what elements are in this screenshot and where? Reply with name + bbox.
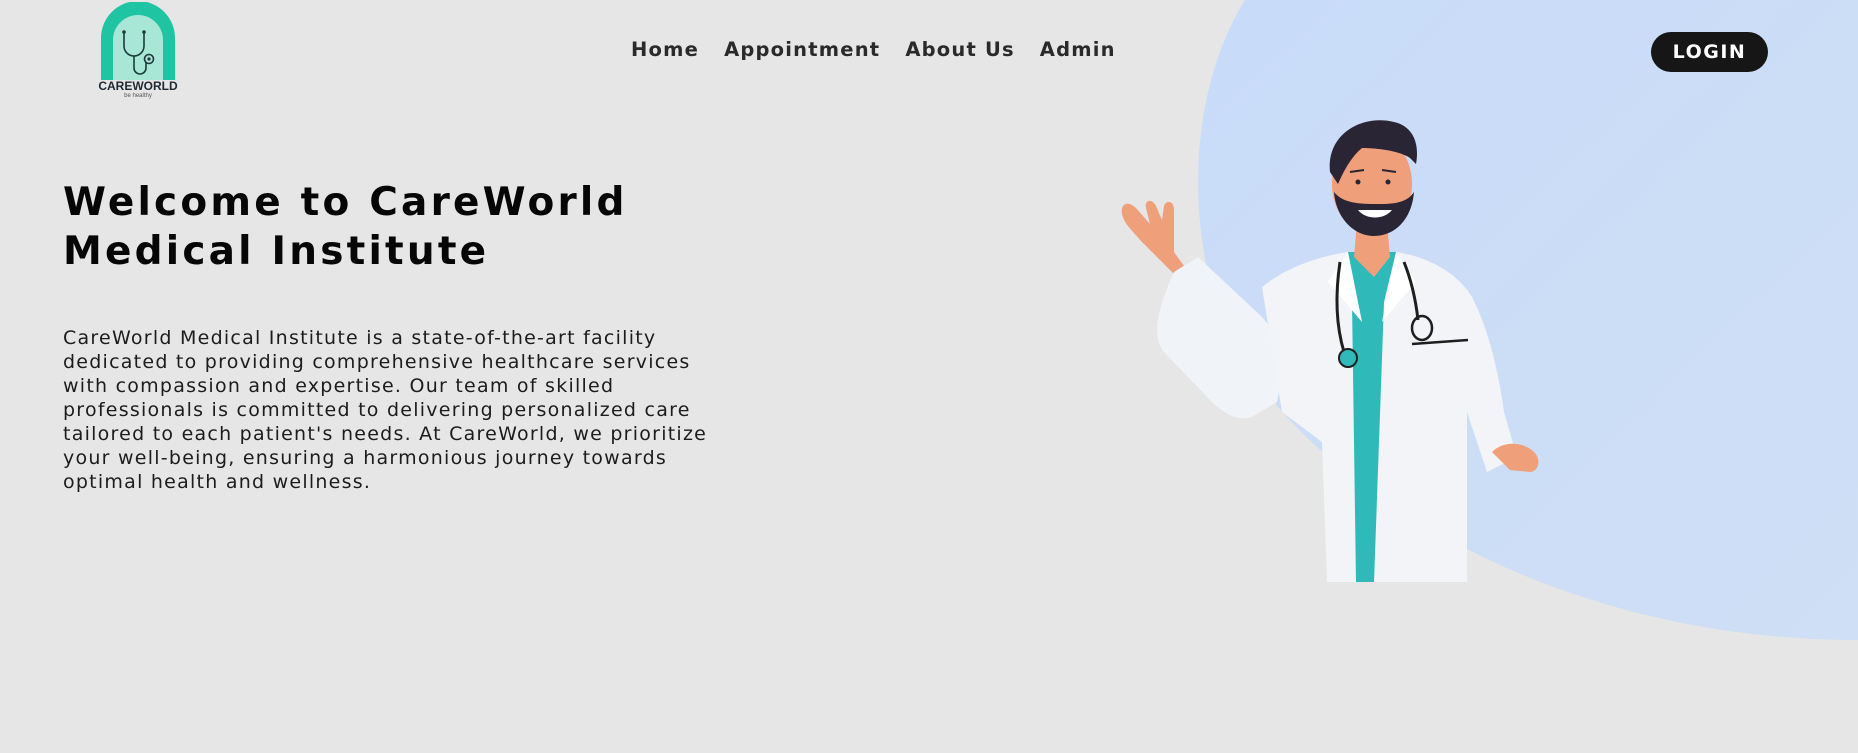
hero-title-line-1: Welcome to CareWorld <box>63 180 628 225</box>
login-button[interactable]: LOGIN <box>1651 32 1768 72</box>
hero-title: Welcome to CareWorld Medical Institute <box>63 178 703 276</box>
main-nav: Home Appointment About Us Admin <box>631 38 1116 61</box>
nav-item-appointment[interactable]: Appointment <box>724 38 880 61</box>
logo-tagline: be healthy <box>124 93 152 99</box>
nav-item-admin[interactable]: Admin <box>1040 38 1116 61</box>
hero-title-line-2: Medical Institute <box>63 229 490 274</box>
nav-item-home[interactable]: Home <box>631 38 699 61</box>
nav-item-about-us[interactable]: About Us <box>905 38 1014 61</box>
hero-description: CareWorld Medical Institute is a state-o… <box>63 327 708 493</box>
logo-wordmark: CAREWORLD <box>98 79 178 93</box>
doctor-waving-illustration <box>1121 120 1539 582</box>
